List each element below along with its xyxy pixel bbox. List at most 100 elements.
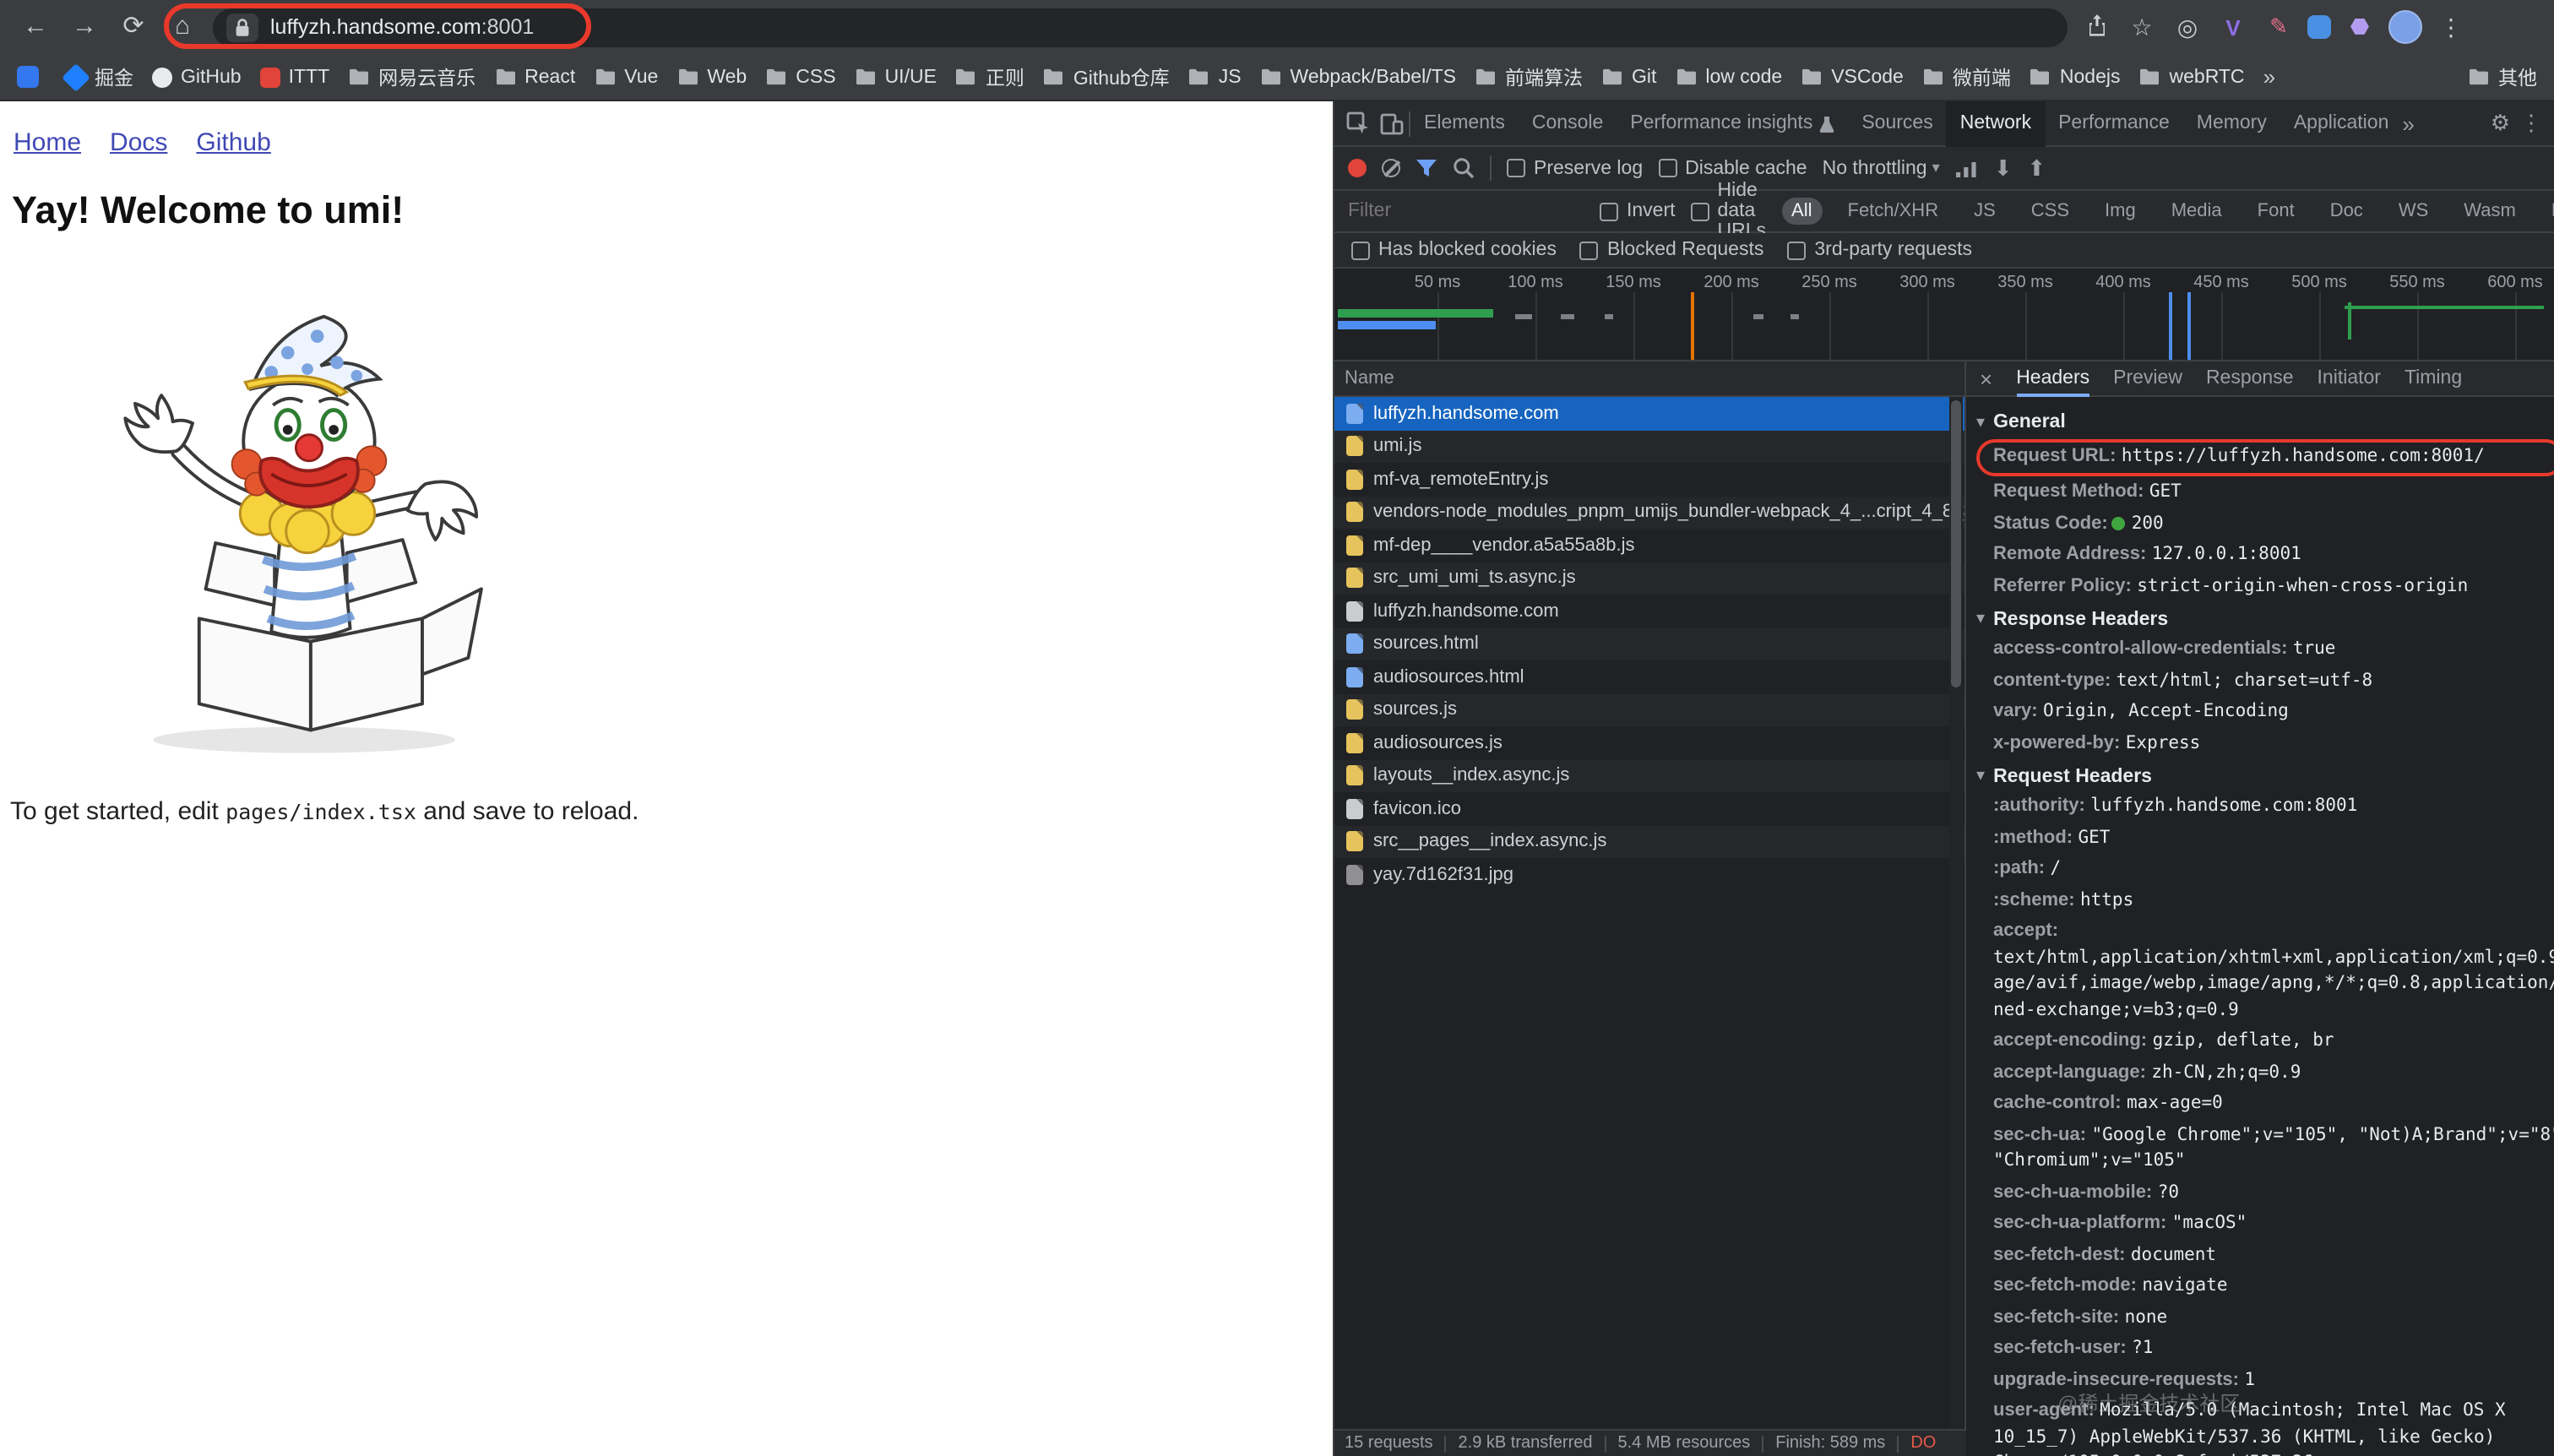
request-row[interactable]: layouts__index.async.js [1334,759,1964,792]
bookmark-folder[interactable]: Github仓库 [1043,63,1170,90]
network-filter-input[interactable] [1348,201,1584,221]
bookmark-folder[interactable]: VSCode [1801,67,1904,87]
bookmark-folder[interactable]: Nodejs [2030,67,2121,87]
bookmark-item[interactable] [17,66,47,88]
devtools-settings-icon[interactable]: ⚙ [2491,110,2510,137]
bookmark-folder[interactable]: Git [1601,67,1656,87]
bookmark-folder[interactable]: Web [677,67,747,87]
has-blocked-cookies-checkbox[interactable]: Has blocked cookies [1351,240,1557,260]
bookmark-folder[interactable]: Vue [594,67,658,87]
bookmark-folder[interactable]: UI/UE [855,67,937,87]
filter-funnel-icon[interactable] [1416,159,1437,177]
bookmark-folder[interactable]: 正则 [955,63,1024,90]
bookmark-folder[interactable]: React [494,67,575,87]
request-row[interactable]: vendors-node_modules_pnpm_umijs_bundler-… [1334,496,1964,529]
filter-pill-img[interactable]: Img [2095,198,2146,225]
disable-cache-checkbox[interactable]: Disable cache [1658,158,1807,178]
nav-link-github[interactable]: Github [196,128,270,157]
blocked-requests-checkbox[interactable]: Blocked Requests [1580,240,1763,260]
reload-icon[interactable]: ⟳ [115,8,152,46]
record-network-log-icon[interactable] [1348,159,1367,177]
filter-pill-font[interactable]: Font [2247,198,2305,225]
section-response-headers[interactable]: Response Headers [1966,602,2554,634]
tab-application[interactable]: Application [2280,101,2403,146]
request-row[interactable]: umi.js [1334,430,1964,463]
device-toolbar-icon[interactable] [1375,106,1409,140]
request-row[interactable]: src_umi_umi_ts.async.js [1334,562,1964,595]
request-list-scrollbar[interactable] [1949,397,1963,1429]
request-row[interactable]: mf-va_remoteEntry.js [1334,463,1964,496]
tab-console[interactable]: Console [1519,101,1617,146]
filter-pill-fetch-xhr[interactable]: Fetch/XHR [1838,198,1949,225]
headers-content[interactable]: General Request URL: https://luffyzh.han… [1966,397,2554,1456]
request-row[interactable]: favicon.ico [1334,792,1964,825]
third-party-requests-checkbox[interactable]: 3rd-party requests [1787,240,1972,260]
bookmark-folder[interactable]: JS [1188,67,1242,87]
address-bar[interactable]: luffyzh.handsome.com:8001 [213,8,2068,46]
profile-avatar[interactable] [2388,10,2422,44]
search-icon[interactable] [1453,157,1475,179]
home-icon[interactable]: ⌂ [164,8,201,46]
tab-network[interactable]: Network [1947,101,2045,146]
tab-sources[interactable]: Sources [1848,101,1946,146]
bookmark-folder[interactable]: CSS [765,67,835,87]
request-row[interactable]: mf-dep____vendor.a5a55a8b.js [1334,529,1964,562]
bookmark-folder[interactable]: 微前端 [1922,63,2011,90]
import-har-icon[interactable]: ⬇ [1994,155,2013,182]
bookmark-item-github[interactable]: GitHub [152,67,242,87]
tab-elements[interactable]: Elements [1410,101,1519,146]
invert-checkbox[interactable]: Invert [1600,201,1676,221]
request-row[interactable]: yay.7d162f31.jpg [1334,858,1964,891]
details-tab-preview[interactable]: Preview [2113,361,2182,396]
filter-pill-css[interactable]: CSS [2021,198,2079,225]
request-row[interactable]: luffyzh.handsome.com [1334,595,1964,627]
request-row[interactable]: sources.js [1334,693,1964,726]
bookmark-folder[interactable]: 网易云音乐 [348,63,475,90]
bookmark-folder[interactable]: 前端算法 [1475,63,1583,90]
tab-performance-insights[interactable]: Performance insights [1617,101,1848,146]
section-request-headers[interactable]: Request Headers [1966,759,2554,791]
filter-pill-wasm[interactable]: Wasm [2453,198,2526,225]
clear-network-log-icon[interactable] [1382,159,1400,177]
network-timeline-overview[interactable]: 50 ms 100 ms 150 ms 200 ms 250 ms 300 ms… [1334,269,2554,361]
nav-link-home[interactable]: Home [14,128,81,157]
tabs-overflow-icon[interactable]: » [2402,111,2414,136]
export-har-icon[interactable]: ⬆ [2028,155,2046,182]
site-lock-chip[interactable] [226,13,258,41]
bookmark-folder[interactable]: low code [1675,67,1782,87]
request-row[interactable]: src__pages__index.async.js [1334,825,1964,858]
bookmarks-overflow-chevron[interactable]: » [2263,64,2275,90]
throttling-dropdown[interactable]: No throttling▾ [1823,158,1940,178]
extension-circle-icon[interactable]: ◎ [2171,13,2204,41]
request-row[interactable]: sources.html [1334,627,1964,660]
devtools-menu-icon[interactable]: ⋮ [2520,110,2542,137]
close-details-icon[interactable]: × [1980,366,1992,391]
share-icon[interactable] [2079,13,2113,41]
bookmark-star-icon[interactable]: ☆ [2125,13,2159,41]
details-tab-response[interactable]: Response [2206,361,2294,396]
request-list-header[interactable]: Name [1334,361,1964,397]
request-row[interactable]: audiosources.html [1334,660,1964,693]
inspect-element-icon[interactable] [1341,106,1375,140]
details-tab-headers[interactable]: Headers [2016,361,2089,396]
browser-menu-icon[interactable]: ⋮ [2434,13,2468,41]
bookmark-item-ittt[interactable]: ITTT [260,67,330,87]
filter-pill-js[interactable]: JS [1964,198,2006,225]
tab-performance[interactable]: Performance [2045,101,2183,146]
forward-icon[interactable]: → [66,8,103,46]
network-conditions-icon[interactable] [1955,158,1979,178]
bookmark-folder[interactable]: webRTC [2139,67,2245,87]
nav-link-docs[interactable]: Docs [110,128,167,157]
extension-blue-icon[interactable] [2307,15,2331,39]
request-row[interactable]: audiosources.js [1334,726,1964,759]
details-tab-initiator[interactable]: Initiator [2318,361,2381,396]
section-general[interactable]: General [1966,405,2554,437]
extension-v-icon[interactable]: V [2216,14,2250,40]
filter-pill-all[interactable]: All [1781,198,1822,225]
extensions-puzzle-icon[interactable]: ⬣ [2343,14,2377,41]
other-bookmarks-folder[interactable]: 其他 [2468,63,2537,90]
tab-memory[interactable]: Memory [2183,101,2280,146]
scrollbar-thumb[interactable] [1951,400,1961,687]
details-tab-timing[interactable]: Timing [2405,361,2462,396]
filter-pill-manifest[interactable]: Manifest [2541,198,2554,225]
